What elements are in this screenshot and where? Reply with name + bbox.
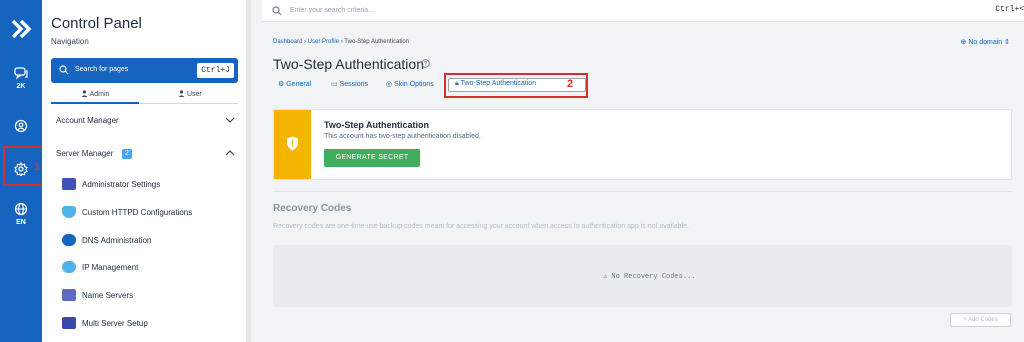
tab-sessions[interactable]: ▭ Sessions: [331, 80, 368, 88]
globe-icon: [14, 202, 28, 216]
rail-item-chat[interactable]: 2K: [0, 66, 42, 90]
main-content: Enter your search criteria... Ctrl+< Das…: [262, 0, 1024, 342]
chat-icon: [14, 67, 28, 80]
sidebar-item-label: Server Manager: [56, 149, 114, 158]
breadcrumb-current: Two-Step Authentication: [344, 39, 409, 45]
rail-item-label: 2K: [16, 83, 26, 90]
admin-settings-icon: [62, 178, 76, 190]
user-icon: [81, 90, 88, 97]
rail-item-label: EN: [16, 219, 26, 226]
tab-skin-options-label: Skin Options: [394, 81, 434, 88]
recovery-codes-empty-text: No Recovery Codes...: [611, 273, 696, 281]
tab-two-step-label: Two-Step Authentication: [460, 80, 537, 87]
tab-sessions-label: Sessions: [339, 81, 368, 88]
add-codes-button[interactable]: + Add Codes: [950, 313, 1011, 327]
monitor-icon: ▭: [331, 81, 338, 88]
tab-admin[interactable]: Admin: [81, 90, 109, 98]
breadcrumb-user-profile[interactable]: User Profile: [308, 39, 339, 45]
annotation-number-1: 1: [34, 161, 41, 173]
user-circle-icon: [14, 119, 28, 133]
palette-icon: ◎: [386, 81, 393, 88]
tab-skin-options[interactable]: ◎ Skin Options: [386, 80, 434, 88]
two-step-card: Two-Step Authentication This account has…: [273, 109, 1012, 180]
card-title: Two-Step Authentication: [324, 120, 429, 130]
rail-item-profile[interactable]: [0, 119, 42, 133]
sidebar-item-label: Multi Server Setup: [82, 319, 148, 328]
divider: [273, 191, 1012, 192]
global-search-bar[interactable]: Enter your search criteria... Ctrl+<: [262, 0, 1024, 22]
recovery-codes-panel: ⚠ No Recovery Codes...: [273, 245, 1012, 307]
recovery-codes-description: Recovery codes are one-time use backup c…: [273, 223, 689, 230]
sidebar-item-label: Custom HTTPD Configurations: [82, 208, 193, 217]
nav-scrollbar[interactable]: [247, 0, 251, 342]
breadcrumb-dashboard[interactable]: Dashboard: [273, 39, 302, 45]
sidebar-item-label: Administrator Settings: [82, 180, 161, 189]
nav-title: Control Panel: [51, 15, 142, 32]
tab-general-label: General: [286, 81, 312, 88]
user-icon: [178, 90, 185, 97]
recovery-codes-empty: ⚠ No Recovery Codes...: [603, 272, 695, 281]
shield-alert-icon: [287, 136, 298, 151]
nav-subtitle: Navigation: [51, 37, 89, 46]
page-search-placeholder: Search for pages: [75, 66, 129, 73]
plus-icon: +: [963, 317, 967, 323]
card-description: This account has two-step authentication…: [324, 133, 481, 140]
nav-tabs: Admin User: [51, 88, 238, 104]
server-stack-icon: [62, 289, 76, 301]
breadcrumb: Dashboard › User Profile › Two-Step Auth…: [273, 39, 409, 45]
shield-icon: [62, 206, 76, 218]
sidebar-item-server-manager[interactable]: Server Manager 2: [51, 148, 238, 162]
gear-icon: ⚙: [278, 81, 285, 88]
tab-two-step-authentication[interactable]: 🔒︎ Two-Step Authentication: [455, 80, 536, 88]
tab-user-label: User: [186, 91, 202, 98]
lock-icon: 🔒︎: [455, 80, 459, 87]
tab-admin-label: Admin: [89, 91, 110, 98]
network-icon: [62, 261, 76, 273]
recovery-codes-title: Recovery Codes: [273, 203, 352, 214]
globe-icon: ⊕: [960, 39, 967, 46]
keyboard-shortcut: Ctrl+<: [995, 5, 1024, 14]
card-status-strip: [274, 110, 311, 179]
rail-item-language[interactable]: EN: [0, 202, 42, 226]
search-icon: [59, 65, 69, 75]
add-codes-label: Add Codes: [968, 317, 998, 323]
global-search-placeholder: Enter your search criteria...: [290, 7, 375, 14]
sidebar-item-label: IP Management: [82, 263, 139, 272]
arrow-logo-icon[interactable]: [10, 18, 32, 40]
page-search-button[interactable]: Search for pages Ctrl+J: [51, 58, 238, 83]
chevron-down-icon: [225, 117, 235, 123]
dns-icon: [62, 234, 76, 246]
generate-secret-button[interactable]: GENERATE SECRET: [324, 149, 420, 167]
count-badge: 2: [122, 149, 132, 159]
domain-selector[interactable]: ⊕ No domain ⇕: [960, 38, 1010, 46]
sidebar-item-label: DNS Administration: [82, 236, 152, 245]
annotation-number-2: 2: [567, 78, 574, 90]
domain-selector-label: No domain: [968, 39, 1003, 46]
page-title: Two-Step Authentication: [273, 56, 424, 72]
active-tab-indicator: [51, 102, 139, 104]
sidebar-item-label: Name Servers: [82, 291, 134, 300]
navigation-panel: Control Panel Navigation Search for page…: [42, 0, 247, 342]
keyboard-shortcut: Ctrl+J: [197, 63, 234, 78]
sidebar-item-account-manager[interactable]: Account Manager: [51, 115, 238, 129]
tab-general[interactable]: ⚙ General: [278, 80, 311, 88]
search-icon: [272, 6, 282, 16]
help-icon[interactable]: ?: [421, 59, 430, 68]
multi-server-icon: [62, 317, 76, 329]
chevron-up-icon: [225, 150, 235, 156]
sidebar-item-label: Account Manager: [56, 116, 119, 125]
tab-user[interactable]: User: [178, 90, 202, 98]
warning-icon: ⚠: [603, 273, 608, 281]
chevron-updown-icon: ⇕: [1004, 39, 1010, 46]
